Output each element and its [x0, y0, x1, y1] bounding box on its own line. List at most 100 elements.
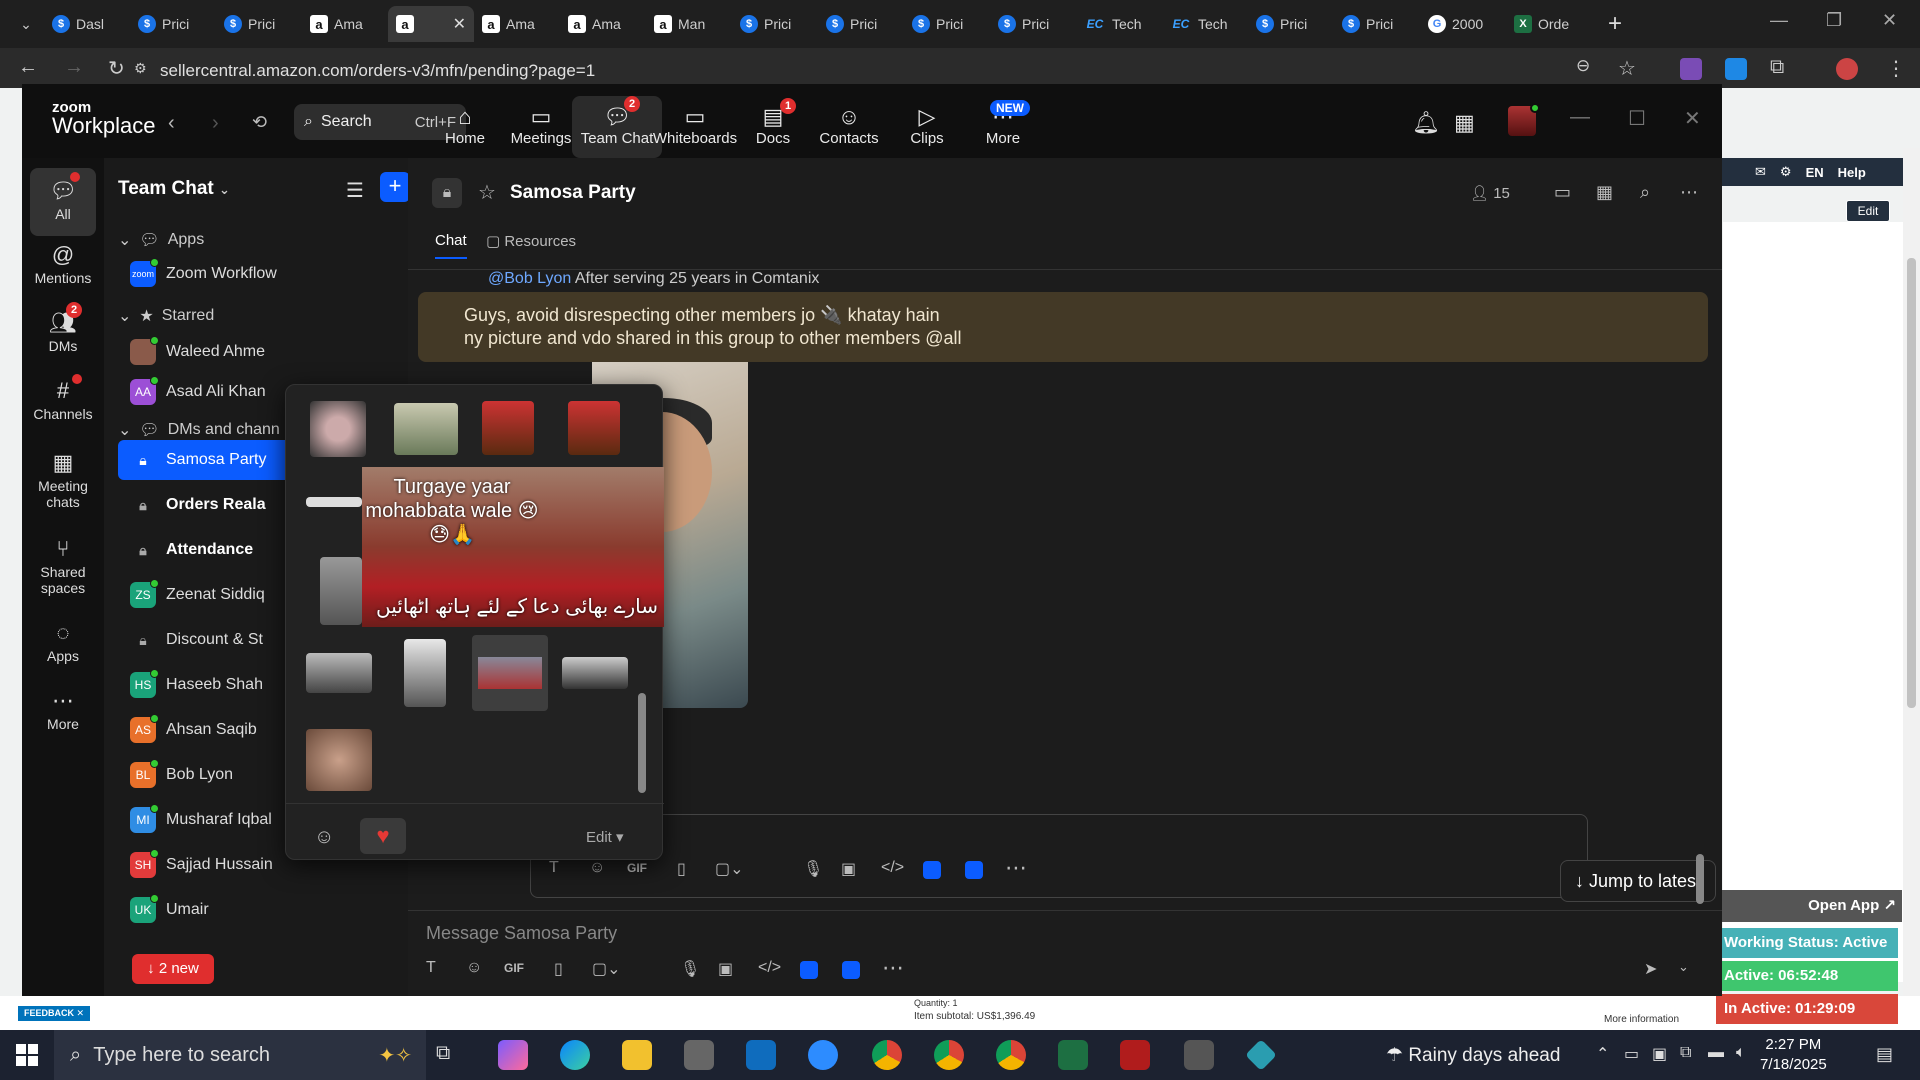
sidebar-item-zoom-workflow[interactable]: zoom Zoom Workflow [118, 254, 418, 294]
filter-icon[interactable]: ☰ [346, 178, 364, 203]
jump-to-latest-button[interactable]: ↓ Jump to latest [1560, 860, 1716, 902]
code-icon[interactable]: </> [881, 859, 904, 877]
calculator-icon[interactable] [1184, 1040, 1214, 1070]
notification-bell-icon[interactable]: 🔔︎ [1412, 110, 1440, 136]
sticker-thumbnail[interactable] [394, 403, 458, 455]
edit-button[interactable]: Edit [1846, 200, 1890, 222]
screenshot-icon[interactable]: ▢⌄ [715, 859, 744, 879]
sticker-thumbnail[interactable] [306, 497, 362, 507]
reload-icon[interactable]: ↻ [108, 56, 125, 81]
browser-tab[interactable]: $ Prici [130, 6, 216, 42]
sticker-thumbnail[interactable] [320, 557, 362, 625]
browser-tab[interactable]: $ Dasl [44, 6, 130, 42]
more-information-link[interactable]: More information [1604, 1014, 1679, 1025]
new-tab-button[interactable]: + [1608, 10, 1622, 38]
rail-mentions[interactable]: @ Mentions [22, 240, 104, 286]
app-icon[interactable] [965, 861, 983, 884]
section-starred[interactable]: ⌄ ★ Starred [118, 306, 214, 326]
mail-icon[interactable]: ✉ [1755, 164, 1766, 180]
rail-dms[interactable]: 👥︎ DMs 2 [22, 302, 104, 354]
task-view-icon[interactable]: ⧉ [436, 1042, 466, 1072]
message-input[interactable]: Message Samosa Party T ☺ GIF ▯ ▢⌄ 🎙︎ ▣ <… [408, 910, 1722, 996]
url-field[interactable]: sellercentral.amazon.com/orders-v3/mfn/p… [160, 56, 1610, 86]
browser-tab[interactable]: $ Prici [216, 6, 302, 42]
taskbar-search-input[interactable]: ⌕ Type here to search ✦✧ [54, 1030, 426, 1080]
browser-tab[interactable]: a Ama [302, 6, 388, 42]
tray-chevron-icon[interactable]: ⌃ [1596, 1044, 1609, 1064]
edit-dropdown[interactable]: Edit ▾ [586, 828, 624, 846]
notifications-icon[interactable]: ▤ [1876, 1044, 1893, 1065]
minimize-icon[interactable]: — [1570, 106, 1590, 129]
maximize-icon[interactable]: ☐ [1628, 106, 1646, 131]
reply-composer[interactable]: T ☺ GIF ▯ ▢⌄ 🎙︎ ▣ </> ⋯ [530, 814, 1588, 898]
microphone-icon[interactable]: 🎙︎ [680, 959, 700, 979]
rail-shared-spaces[interactable]: ⑂ Shared spaces [22, 534, 104, 596]
browser-tab[interactable]: $ Prici [732, 6, 818, 42]
extensions-puzzle-icon[interactable]: ⧉ [1770, 56, 1784, 79]
app-icon[interactable] [842, 961, 860, 984]
browser-tab[interactable]: EC Tech [1076, 6, 1162, 42]
chevron-down-icon[interactable]: ⌄ [1678, 959, 1689, 975]
history-icon[interactable]: ⟲ [252, 112, 267, 133]
sticker-thumbnail[interactable] [568, 401, 620, 455]
profile-avatar[interactable] [1836, 58, 1858, 80]
star-outline-icon[interactable]: ☆ [478, 180, 496, 205]
page-scrollbar[interactable] [1903, 148, 1920, 1028]
search-icon[interactable]: ⌕ [1640, 182, 1650, 203]
site-info-icon[interactable]: ⚙ [134, 60, 147, 77]
app-icon[interactable] [923, 861, 941, 884]
browser-menu-icon[interactable]: ⋮ [1886, 56, 1906, 81]
forward-icon[interactable]: → [64, 56, 84, 79]
windows-start-icon[interactable] [16, 1044, 38, 1066]
emoji-tab-icon[interactable]: ☺ [314, 826, 334, 849]
battery-icon[interactable]: ▬ [1708, 1044, 1724, 1062]
nav-whiteboards[interactable]: ▭ Whiteboards [650, 104, 740, 147]
bookmark-star-icon[interactable]: ☆ [1618, 56, 1636, 81]
video-message-icon[interactable]: ▣ [841, 859, 856, 879]
copilot-sparkle-icon[interactable]: ✦✧ [378, 1043, 412, 1068]
sidebar-title[interactable]: Team Chat ⌄ [118, 178, 230, 200]
tab-close-icon[interactable]: ✕ [453, 14, 466, 34]
member-count[interactable]: 👤︎ 15 [1470, 184, 1510, 202]
emoji-icon[interactable]: ☺ [466, 959, 482, 977]
browser-tab[interactable]: $ Prici [818, 6, 904, 42]
forward-icon[interactable]: › [212, 112, 219, 135]
zoom-app-icon[interactable] [808, 1040, 838, 1070]
screenshot-icon[interactable]: ▢⌄ [592, 959, 621, 979]
browser-tab[interactable]: EC Tech [1162, 6, 1248, 42]
help-link[interactable]: Help [1838, 165, 1866, 180]
chrome-icon[interactable] [872, 1040, 902, 1070]
minimize-icon[interactable]: — [1770, 10, 1788, 31]
browser-tab[interactable]: a Ama [560, 6, 646, 42]
chat-scrollbar[interactable] [1696, 294, 1704, 904]
close-icon[interactable]: ✕ [1684, 106, 1701, 131]
browser-tab[interactable]: a Man [646, 6, 732, 42]
more-options-icon[interactable]: ⋯ [1680, 182, 1698, 203]
favorites-heart-icon[interactable]: ♥ [360, 818, 406, 854]
gif-icon[interactable]: GIF [504, 961, 524, 975]
file-icon[interactable]: ▯ [677, 859, 686, 879]
tray-icon[interactable]: ▣ [1652, 1044, 1667, 1064]
browser-tab[interactable]: X Orde [1506, 6, 1592, 42]
sidebar-item-waleed[interactable]: Waleed Ahme [118, 332, 418, 372]
sticker-thumbnail[interactable] [562, 657, 628, 689]
browser-tab[interactable]: a ✕ [388, 6, 474, 42]
nav-contacts[interactable]: ☺ Contacts [804, 104, 894, 147]
sticker-thumbnail[interactable] [306, 653, 372, 693]
file-explorer-icon[interactable] [622, 1040, 652, 1070]
rail-meeting-chats[interactable]: ▦ Meeting chats [22, 448, 104, 510]
send-icon[interactable]: ➤ [1644, 959, 1657, 979]
rail-apps[interactable]: ◌ Apps [22, 618, 104, 664]
section-apps[interactable]: ⌄ 💬︎ Apps [118, 230, 204, 250]
browser-tab[interactable]: $ Prici [1334, 6, 1420, 42]
file-icon[interactable]: ▯ [554, 959, 563, 979]
sidebar-item[interactable]: UK Umair [118, 890, 418, 930]
user-avatar[interactable] [1508, 103, 1540, 136]
pinned-message[interactable]: Guys, avoid disrespecting other members … [418, 292, 1708, 362]
new-messages-pill[interactable]: ↓ 2 new [132, 954, 214, 984]
emoji-icon[interactable]: ☺ [589, 859, 605, 877]
picker-scrollbar[interactable] [638, 401, 646, 801]
tray-icon[interactable]: ▭ [1624, 1044, 1639, 1064]
sticker-preview[interactable]: Turgaye yaar mohabbata wale 😢😓🙏 سارے بھا… [362, 467, 664, 627]
sticker-thumbnail-selected[interactable] [472, 635, 548, 711]
